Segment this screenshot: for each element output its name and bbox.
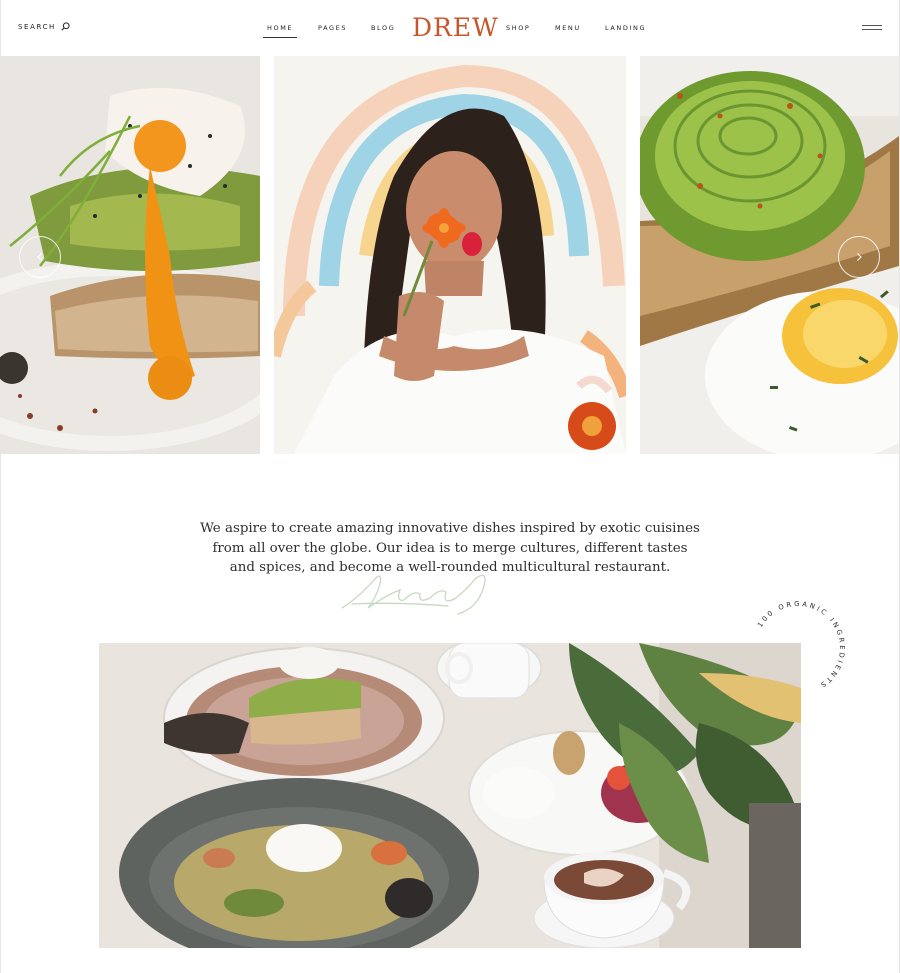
hamburger-menu-icon[interactable] — [862, 24, 882, 32]
site-logo[interactable]: DREW — [412, 13, 499, 42]
chevron-left-icon — [37, 253, 42, 261]
chevron-right-icon — [857, 253, 862, 261]
search-icon — [61, 22, 70, 31]
site-header: SEARCH HOME PAGES BLOG DREW SHOP MENU LA… — [0, 0, 900, 56]
slide-image-woman-with-flower[interactable] — [274, 56, 626, 454]
nav-home[interactable]: HOME — [262, 24, 298, 38]
nav-landing[interactable]: LANDING — [605, 24, 646, 32]
nav-blog[interactable]: BLOG — [371, 24, 395, 32]
nav-pages[interactable]: PAGES — [318, 24, 347, 32]
nav-shop[interactable]: SHOP — [506, 24, 530, 32]
featured-food-image — [99, 643, 801, 948]
signature-graphic — [341, 574, 486, 615]
search-button[interactable]: SEARCH — [18, 22, 70, 31]
slider-next-button[interactable] — [838, 236, 880, 278]
nav-menu[interactable]: MENU — [555, 24, 581, 32]
search-label: SEARCH — [18, 22, 56, 31]
slider-prev-button[interactable] — [19, 236, 61, 278]
